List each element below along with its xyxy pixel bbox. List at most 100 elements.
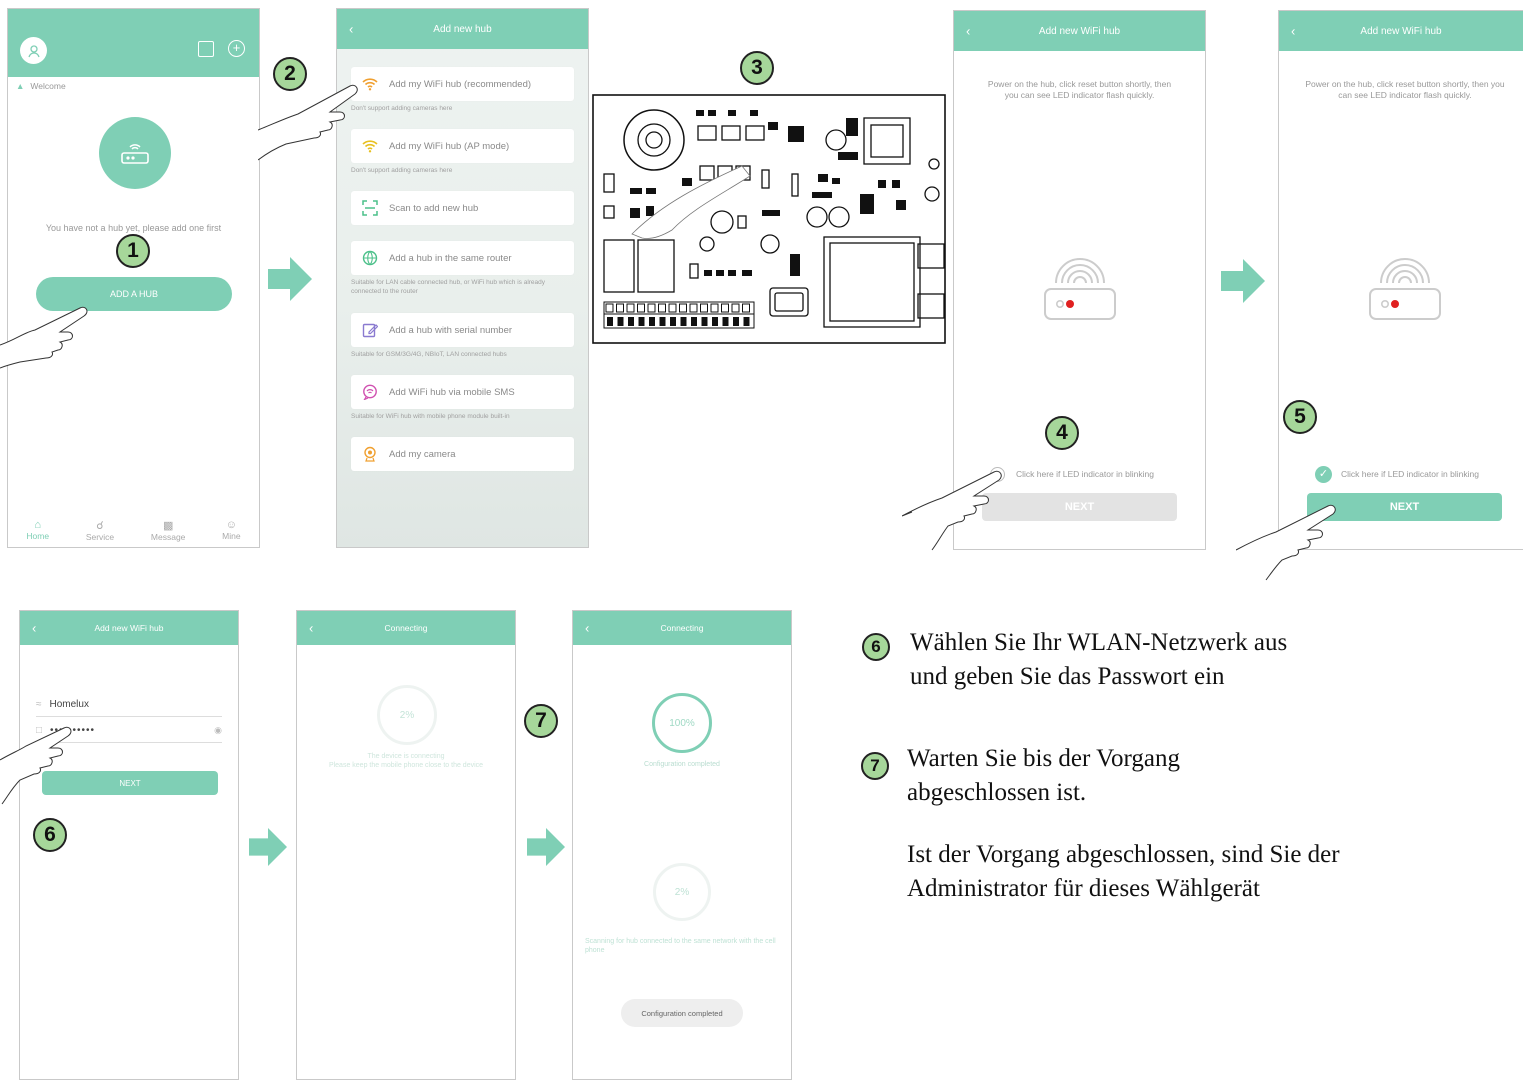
header: ‹ Add new WiFi hub xyxy=(954,11,1205,51)
nav-home[interactable]: ⌂ Home xyxy=(26,519,49,541)
step-badge-1: 1 xyxy=(116,234,150,268)
hub-illustration xyxy=(99,117,171,189)
page-title: Connecting xyxy=(384,623,428,633)
router-led-icon xyxy=(1369,258,1441,320)
screen-connecting-complete: ‹ Connecting 100% Configuration complete… xyxy=(572,610,792,1080)
header: ‹ Connecting xyxy=(297,611,515,645)
scan-icon[interactable] xyxy=(198,41,214,57)
wifi-icon: ≈ xyxy=(36,699,42,710)
eye-icon[interactable]: ◉ xyxy=(214,725,222,736)
back-icon[interactable]: ‹ xyxy=(309,621,313,636)
hint-text: Please keep the mobile phone close to th… xyxy=(328,762,484,769)
arrow-right-icon xyxy=(527,828,565,866)
headset-icon: ☌ xyxy=(96,519,104,532)
back-icon[interactable]: ‹ xyxy=(32,621,36,636)
config-complete-button[interactable]: Configuration completed xyxy=(621,999,743,1027)
step-badge-4: 4 xyxy=(1045,416,1079,450)
back-icon[interactable]: ‹ xyxy=(585,621,589,636)
screen-connecting: ‹ Connecting 2% The device is connecting… xyxy=(296,610,516,1080)
status-text: The device is connecting xyxy=(367,753,445,760)
checkbox-label: Click here if LED indicator in blinking xyxy=(1341,469,1479,479)
menu-item-same-router[interactable]: Add a hub in the same router xyxy=(351,241,574,275)
hand-pointer-icon xyxy=(902,470,1002,551)
instruction-badge-7: 7 xyxy=(861,752,889,780)
progress-value: 2% xyxy=(674,886,690,898)
menu-item-camera[interactable]: Add my camera xyxy=(351,437,574,471)
menu-sub: Suitable for LAN cable connected hub, or… xyxy=(351,279,546,295)
progress-ring-complete: 100% xyxy=(652,693,712,753)
circuit-board-illustration xyxy=(592,94,946,344)
menu-sub: Don't support adding cameras here xyxy=(351,167,453,174)
instruction-text: Power on the hub, click reset button sho… xyxy=(1305,79,1505,100)
blink-checkbox-checked[interactable]: ✓ xyxy=(1315,466,1332,483)
instruction-text: Power on the hub, click reset button sho… xyxy=(987,79,1172,100)
page-title: Add new WiFi hub xyxy=(1360,25,1442,37)
hand-pointer-icon xyxy=(0,306,88,369)
header: ‹ Add new hub xyxy=(337,9,588,49)
step-badge-5: 5 xyxy=(1283,400,1317,434)
page-title: Connecting xyxy=(660,623,704,633)
status-text: Configuration completed xyxy=(644,761,720,768)
nav-mine[interactable]: ☺ Mine xyxy=(222,519,240,541)
instruction-badge-6: 6 xyxy=(862,633,890,661)
edit-icon xyxy=(359,322,381,338)
menu-item-serial[interactable]: Add a hub with serial number xyxy=(351,313,574,347)
home-icon: ⌂ xyxy=(34,519,42,531)
camera-icon xyxy=(359,446,381,462)
instruction-final-text: Ist der Vorgang abgeschlossen, sind Sie … xyxy=(907,841,1340,902)
bottom-nav: ⌂ Home ☌ Service ▩ Message ☺ Mine xyxy=(8,513,259,547)
step-badge-6: 6 xyxy=(33,818,67,852)
screen-add-wifi-hub-step5: ‹ Add new WiFi hub Power on the hub, cli… xyxy=(1278,10,1523,550)
menu-sub: Suitable for WiFi hub with mobile phone … xyxy=(351,413,510,420)
progress-value: 2% xyxy=(399,709,415,721)
add-icon[interactable]: + xyxy=(228,40,245,57)
arrow-right-icon xyxy=(268,257,312,301)
hand-pointer-icon xyxy=(0,726,72,805)
user-icon: ☺ xyxy=(225,519,237,531)
router-icon xyxy=(121,144,149,164)
menu-item-wifi-recommended[interactable]: Add my WiFi hub (recommended) xyxy=(351,67,574,101)
menu-sub: Suitable for GSM/3G/4G, NBIoT, LAN conne… xyxy=(351,351,507,358)
progress-ring: 2% xyxy=(653,863,711,921)
back-icon[interactable]: ‹ xyxy=(966,24,970,39)
scan-text: Scanning for hub connected to the same n… xyxy=(585,938,776,954)
header: ‹ Add new WiFi hub xyxy=(20,611,238,645)
header: ‹ Add new WiFi hub xyxy=(1279,11,1523,51)
instruction-step6-text: Wählen Sie Ihr WLAN-Netzwerk aus und geb… xyxy=(910,629,1288,690)
progress-value: 100% xyxy=(669,717,695,729)
step-badge-3: 3 xyxy=(740,51,774,85)
hand-pointer-icon xyxy=(1236,504,1336,581)
megaphone-icon: ▲ xyxy=(16,81,25,91)
header: ‹ Connecting xyxy=(573,611,791,645)
instruction-step7-text: Warten Sie bis der Vorgang abgeschlossen… xyxy=(907,745,1180,806)
screen-home: + ▲ Welcome You have not a hub yet, plea… xyxy=(7,8,260,548)
menu-item-wifi-ap[interactable]: Add my WiFi hub (AP mode) xyxy=(351,129,574,163)
avatar[interactable] xyxy=(20,37,47,64)
nav-service[interactable]: ☌ Service xyxy=(86,519,114,542)
arrow-right-icon xyxy=(249,828,287,866)
globe-icon xyxy=(359,250,381,266)
ssid-value: Homelux xyxy=(49,699,89,710)
screen-add-new-hub: ‹ Add new hub Add my WiFi hub (recommend… xyxy=(336,8,589,548)
progress-ring: 2% xyxy=(377,685,437,745)
back-icon[interactable]: ‹ xyxy=(349,22,353,37)
menu-item-scan[interactable]: Scan to add new hub xyxy=(351,191,574,225)
menu-item-sms[interactable]: Add WiFi hub via mobile SMS xyxy=(351,375,574,409)
step-badge-7: 7 xyxy=(524,704,558,738)
back-icon[interactable]: ‹ xyxy=(1291,24,1295,39)
hand-pointer-icon xyxy=(258,84,358,161)
page-title: Add new WiFi hub xyxy=(1038,25,1121,37)
welcome-text: Welcome xyxy=(30,81,66,91)
menu-sub: Don't support adding cameras here xyxy=(351,105,453,112)
nav-message[interactable]: ▩ Message xyxy=(151,519,186,542)
arrow-right-icon xyxy=(1221,259,1265,303)
page-title: Add new WiFi hub xyxy=(94,623,164,633)
status-bar xyxy=(8,9,259,77)
message-icon: ▩ xyxy=(162,519,174,532)
page-title: Add new hub xyxy=(433,23,492,35)
no-hub-text: You have not a hub yet, please add one f… xyxy=(45,223,222,233)
sms-icon xyxy=(359,384,381,400)
router-led-icon xyxy=(1044,258,1116,320)
scan-icon xyxy=(359,200,381,216)
checkbox-label: Click here if LED indicator in blinking xyxy=(1016,469,1154,479)
